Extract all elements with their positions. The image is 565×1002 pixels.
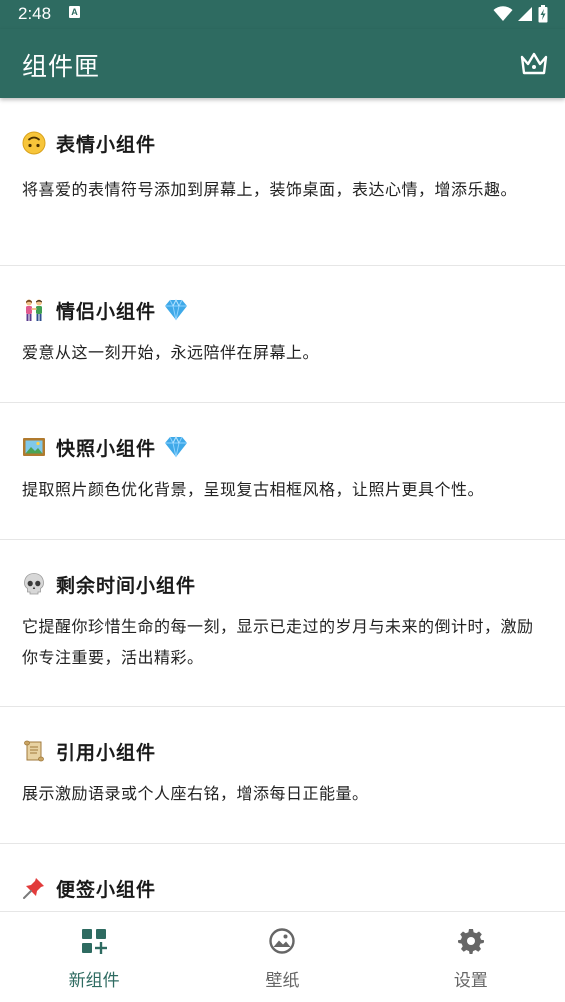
signal-icon [518, 7, 532, 21]
widget-card-remaining-time[interactable]: 剩余时间小组件 它提醒你珍惜生命的每一刻，显示已走过的岁月与未来的倒计时，激励你… [0, 540, 565, 707]
widget-card-sticky-note[interactable]: 便签小组件 [0, 844, 565, 911]
card-description: 展示激励语录或个人座右铭，增添每日正能量。 [22, 784, 369, 803]
card-title: 快照小组件 [56, 437, 157, 460]
card-title-row: 便签小组件 [22, 873, 543, 903]
card-title: 表情小组件 [56, 133, 157, 156]
card-description: 它提醒你珍惜生命的每一刻，显示已走过的岁月与未来的倒计时，激励你专注重要，活出精… [22, 617, 534, 667]
skull-icon [24, 573, 44, 595]
couple-icon [26, 299, 42, 321]
gem-icon [165, 299, 188, 321]
card-description: 提取照片颜色优化背景，呈现复古相框风格，让照片更具个性。 [22, 480, 485, 499]
nav-label: 新组件 [68, 971, 120, 991]
status-time: 2:48 [18, 4, 52, 23]
card-title-row: 引用小组件 [22, 736, 543, 766]
widget-card-snapshot[interactable]: 快照小组件 提取照片颜色优化背景，呈现复古相框风格，让照片更具个性。 [0, 403, 565, 540]
status-icons [493, 5, 548, 23]
nav-label: 设置 [453, 971, 488, 991]
card-title: 引用小组件 [56, 741, 157, 764]
card-title: 情侣小组件 [56, 300, 157, 323]
pushpin-icon [23, 878, 44, 899]
widget-card-emoji[interactable]: 表情小组件 将喜爱的表情符号添加到屏幕上，装饰桌面，表达心情，增添乐趣。 [0, 98, 565, 266]
widget-card-couple[interactable]: 情侣小组件 爱意从这一刻开始，永远陪伴在屏幕上。 [0, 266, 565, 403]
card-title-row: 情侣小组件 [22, 295, 543, 325]
upside-down-face-icon [22, 131, 46, 155]
card-description: 将喜爱的表情符号添加到屏幕上，装饰桌面，表达心情，增添乐趣。 [22, 180, 518, 199]
scroll-icon [24, 740, 44, 762]
wifi-icon [493, 6, 513, 21]
screen: 2:48 A 组件匣 表情小组件 将喜爱的表情符号添加到屏幕上，装饰桌面，表达心… [0, 0, 565, 1002]
status-bar: 2:48 A [0, 0, 565, 29]
crown-icon[interactable] [519, 49, 549, 77]
card-title-row: 快照小组件 [22, 432, 543, 462]
gem-icon [165, 436, 188, 458]
nav-item-new-widgets[interactable]: 新组件 [0, 912, 188, 1002]
wallpaper-icon [269, 928, 296, 954]
card-title: 剩余时间小组件 [56, 574, 197, 597]
card-title: 便签小组件 [56, 878, 157, 901]
nav-item-wallpaper[interactable]: 壁纸 [188, 912, 376, 1002]
battery-charging-icon [538, 5, 548, 23]
card-title-row: 表情小组件 [22, 128, 543, 158]
framed-picture-icon [23, 438, 45, 456]
nav-item-settings[interactable]: 设置 [377, 912, 565, 1002]
app-bar: 组件匣 [0, 29, 565, 98]
widget-card-quote[interactable]: 引用小组件 展示激励语录或个人座右铭，增添每日正能量。 [0, 707, 565, 844]
card-description: 爱意从这一刻开始，永远陪伴在屏幕上。 [22, 343, 320, 362]
card-title-row: 剩余时间小组件 [22, 569, 543, 599]
gear-icon [457, 929, 484, 954]
widgets-add-icon [82, 929, 108, 954]
nav-label: 壁纸 [265, 971, 300, 991]
app-title: 组件匣 [22, 52, 101, 81]
bottom-navigation: 新组件 壁纸 设置 [0, 911, 565, 1002]
widget-list: 表情小组件 将喜爱的表情符号添加到屏幕上，装饰桌面，表达心情，增添乐趣。 情侣小… [0, 98, 565, 911]
a-letter-icon: A [69, 6, 80, 18]
